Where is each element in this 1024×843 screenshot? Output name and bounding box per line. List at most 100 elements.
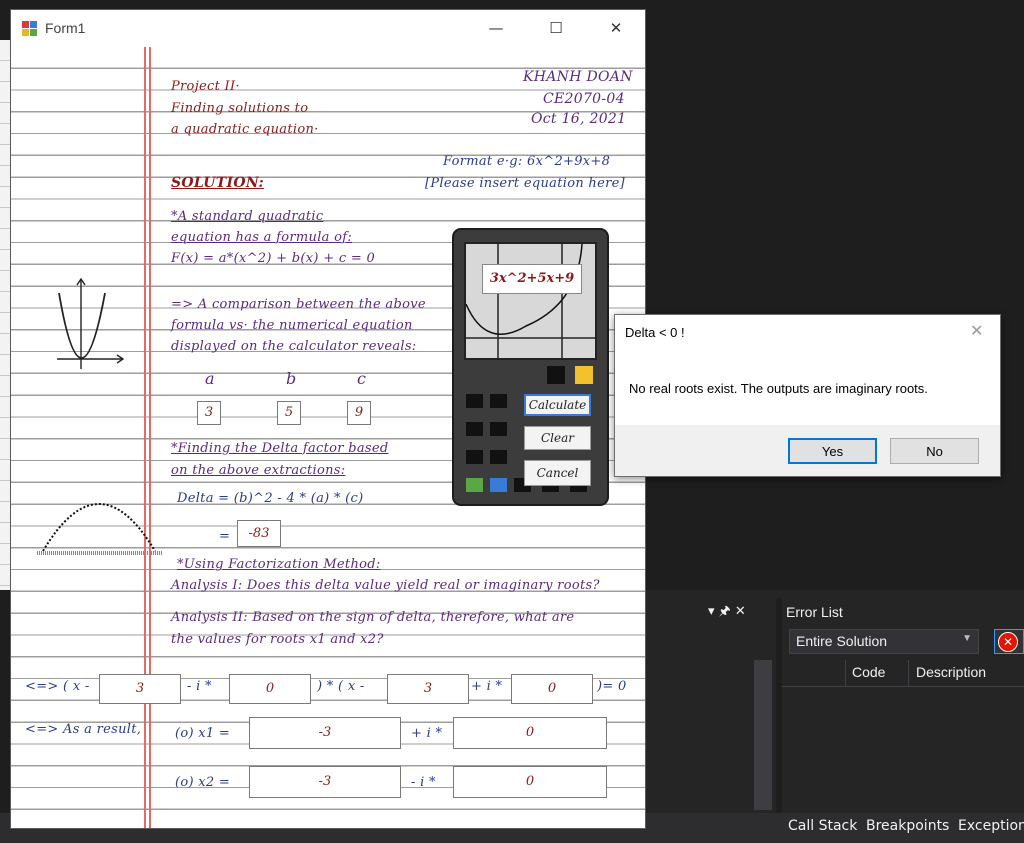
coef-b-field[interactable]: 5 [277,401,301,425]
factor-eq-mid: ) * ( x - [317,679,365,694]
x1-real-field[interactable]: -3 [249,717,401,749]
parabola-sketch-icon [57,277,125,369]
analysis-two: the values for roots x1 and x2? [171,632,384,647]
comparison-text: => A comparison between the above [171,297,426,312]
standard-formula: F(x) = a*(x^2) + b(x) + c = 0 [171,251,376,266]
column-divider [845,660,846,686]
tab-exception[interactable]: Exception [958,818,1024,834]
standard-form-text: equation has a formula of: [171,230,353,245]
factor-field-1[interactable]: 3 [99,674,181,704]
format-hint: Format e·g: 6x^2+9x+8 [443,154,611,169]
calculator-graphic: 3x^2+5x+9 Calculate Clear Cancel [452,228,609,506]
factor-eq-prefix: <=> ( x - [25,679,90,694]
delta-message-dialog: Delta < 0 ! ✕ No real roots exist. The o… [614,314,1001,477]
analysis-two: Analysis II: Based on the sign of delta,… [171,610,575,625]
coef-b-label: b [286,369,297,388]
x1-label: (o) x1 = [175,726,231,741]
x2-label: (o) x2 = [175,775,231,790]
notebook-paper: Project II· Finding solutions to a quadr… [11,47,645,828]
calc-key [466,450,483,464]
no-button[interactable]: No [890,438,979,464]
solution-heading: SOLUTION: [171,175,264,191]
vs-panel-scrollbar[interactable] [754,660,772,810]
project-title: Project II· [171,79,240,94]
cancel-button[interactable]: Cancel [524,460,591,486]
calc-key [490,450,507,464]
factor-field-2[interactable]: 0 [229,674,311,704]
column-divider [908,660,909,686]
chevron-down-icon: ▼ [962,633,972,644]
tab-call-stack[interactable]: Call Stack [788,818,857,834]
calculator-screen: 3x^2+5x+9 [464,242,597,360]
graph-plot-icon [466,244,595,358]
close-button[interactable]: ✕ [593,10,639,47]
course-code: CE2070-04 [543,91,625,107]
error-list-header-line [782,686,1024,687]
factor-field-3[interactable]: 3 [387,674,469,704]
errors-filter-button[interactable]: ✕ [994,629,1024,654]
x1-plus-i: + i * [411,726,443,741]
dialog-title: Delta < 0 ! [625,325,685,340]
column-header-description[interactable]: Description [916,664,986,680]
downward-parabola-icon [37,503,163,555]
delta-equals: = [219,529,231,544]
coef-c-label: c [357,369,367,388]
insert-hint: [Please insert equation here] [425,176,625,191]
date-label: Oct 16, 2021 [531,111,627,127]
vs-tool-panel [646,590,1024,843]
result-label: <=> As a result, [25,722,142,737]
x2-minus-i: - i * [411,775,436,790]
calc-key [490,422,507,436]
error-icon: ✕ [998,632,1018,652]
coef-c-field[interactable]: 9 [347,401,371,425]
factor-eq-plus-i: + i * [471,679,503,694]
tab-breakpoints[interactable]: Breakpoints [866,818,949,834]
calc-key [466,394,483,408]
vs-panel-divider [776,598,782,813]
calc-key [466,422,483,436]
vs-panel-controls[interactable]: ▾ 🖈 ✕ [708,602,746,624]
form-app-icon [22,21,38,37]
calc-key-green [466,478,483,492]
vs-editor-left-edge [0,40,10,590]
equation-input[interactable]: 3x^2+5x+9 [482,264,582,294]
factor-eq-minus-i: - i * [187,679,212,694]
comparison-text: displayed on the calculator reveals: [171,339,417,354]
delta-text: *Finding the Delta factor based [171,441,389,456]
title-bar[interactable]: Form1 — ☐ ✕ [11,10,645,47]
dialog-close-button[interactable]: ✕ [970,321,983,340]
margin-line [149,47,151,828]
analysis-one: Analysis I: Does this delta value yield … [171,578,600,593]
error-scope-dropdown[interactable]: Entire Solution ▼ [789,629,979,654]
delta-formula: Delta = (b)^2 - 4 * (a) * (c) [177,491,364,506]
error-scope-value: Entire Solution [796,633,888,649]
calc-key-yellow [575,366,593,384]
project-subtitle: a quadratic equation· [171,122,319,137]
x2-imag-field[interactable]: 0 [453,766,607,798]
minimize-button[interactable]: — [473,10,519,47]
clear-button[interactable]: Clear [524,426,591,450]
column-header-code[interactable]: Code [852,664,885,680]
dialog-button-area: Yes No [615,425,1000,476]
margin-line [144,47,146,828]
calc-key-blue [490,478,507,492]
delta-value-field[interactable]: -83 [237,520,281,547]
x2-real-field[interactable]: -3 [249,766,401,798]
x1-imag-field[interactable]: 0 [453,717,607,749]
coef-a-field[interactable]: 3 [197,401,221,425]
standard-form-text: *A standard quadratic [171,209,324,224]
yes-button[interactable]: Yes [788,438,877,464]
window-title: Form1 [45,20,86,36]
form1-window: Form1 — ☐ ✕ Project II· Finding solution… [10,9,646,829]
calculate-button[interactable]: Calculate [524,394,591,416]
delta-text: on the above extractions: [171,463,346,478]
dialog-message: No real roots exist. The outputs are ima… [629,381,928,396]
calc-key [547,366,565,384]
maximize-button[interactable]: ☐ [533,10,579,47]
project-subtitle: Finding solutions to [171,101,309,116]
error-list-title: Error List [786,604,843,620]
author-name: KHANH DOAN [523,69,633,85]
calc-key [490,394,507,408]
comparison-text: formula vs· the numerical equation [171,318,413,333]
factor-field-4[interactable]: 0 [511,674,593,704]
